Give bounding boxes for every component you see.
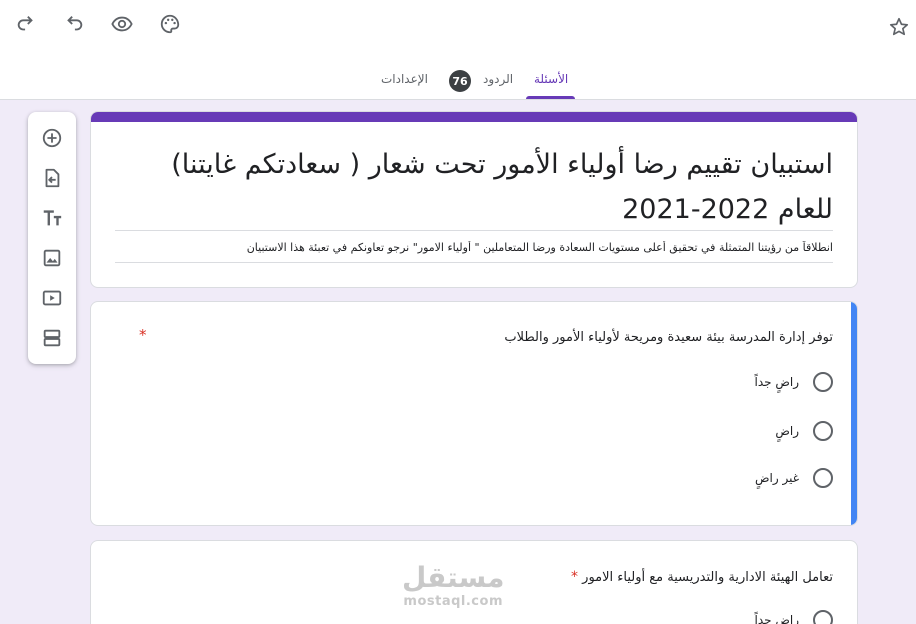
radio-option[interactable]: غير راضٍ — [755, 467, 833, 489]
question-title-text: تعامل الهيئة الادارية والتدريسية مع أولي… — [582, 570, 833, 585]
watermark: مستقل mostaql.com — [402, 561, 505, 610]
form-title[interactable]: استبيان تقييم رضا أولياء الأمور تحت شعار… — [113, 142, 833, 232]
add-title-icon[interactable] — [40, 206, 64, 230]
add-image-icon[interactable] — [40, 246, 64, 270]
title-underline — [115, 230, 833, 231]
option-label: غير راضٍ — [755, 471, 799, 485]
description-underline — [115, 262, 833, 263]
active-tab-indicator — [526, 96, 575, 99]
add-section-icon[interactable] — [40, 326, 64, 350]
option-label: راضٍ جداً — [754, 613, 799, 624]
active-question-indicator — [851, 302, 857, 525]
radio-button[interactable] — [813, 421, 833, 441]
form-tabs: الإعدادات 76 الردود الأسئلة — [0, 60, 916, 100]
redo-icon[interactable] — [12, 10, 40, 38]
star-icon[interactable] — [888, 16, 912, 40]
radio-button[interactable] — [813, 372, 833, 392]
side-toolbar — [28, 112, 76, 364]
question-card[interactable]: * توفر إدارة المدرسة بيئة سعيدة ومريحة ل… — [90, 301, 858, 526]
form-description[interactable]: انطلاقاً من رؤيتنا المتمثلة في تحقيق أعل… — [113, 241, 833, 254]
tab-responses[interactable]: الردود — [483, 72, 513, 86]
theme-color-strip — [91, 112, 857, 122]
required-asterisk: * — [139, 326, 147, 344]
top-toolbar: الإعدادات 76 الردود الأسئلة — [0, 0, 916, 100]
palette-icon[interactable] — [156, 10, 184, 38]
radio-option[interactable]: راضٍ — [775, 420, 833, 442]
radio-button[interactable] — [813, 468, 833, 488]
add-video-icon[interactable] — [40, 286, 64, 310]
preview-eye-icon[interactable] — [108, 10, 136, 38]
radio-button[interactable] — [813, 610, 833, 624]
question-title[interactable]: توفر إدارة المدرسة بيئة سعيدة ومريحة لأو… — [504, 330, 833, 345]
question-title[interactable]: تعامل الهيئة الادارية والتدريسية مع أولي… — [571, 569, 833, 585]
option-label: راضٍ — [775, 424, 799, 438]
responses-count-badge: 76 — [449, 70, 471, 92]
radio-option[interactable]: راضٍ جداً — [754, 609, 833, 624]
tab-settings[interactable]: الإعدادات — [381, 72, 428, 86]
import-questions-icon[interactable] — [40, 166, 64, 190]
watermark-latin: mostaql.com — [403, 594, 503, 609]
radio-option[interactable]: راضٍ جداً — [754, 371, 833, 393]
watermark-arabic: مستقل — [402, 561, 505, 594]
form-title-card[interactable]: استبيان تقييم رضا أولياء الأمور تحت شعار… — [90, 111, 858, 288]
undo-icon[interactable] — [60, 10, 88, 38]
required-asterisk: * — [571, 569, 579, 585]
tab-questions[interactable]: الأسئلة — [534, 72, 568, 86]
add-question-icon[interactable] — [40, 126, 64, 150]
option-label: راضٍ جداً — [754, 375, 799, 389]
